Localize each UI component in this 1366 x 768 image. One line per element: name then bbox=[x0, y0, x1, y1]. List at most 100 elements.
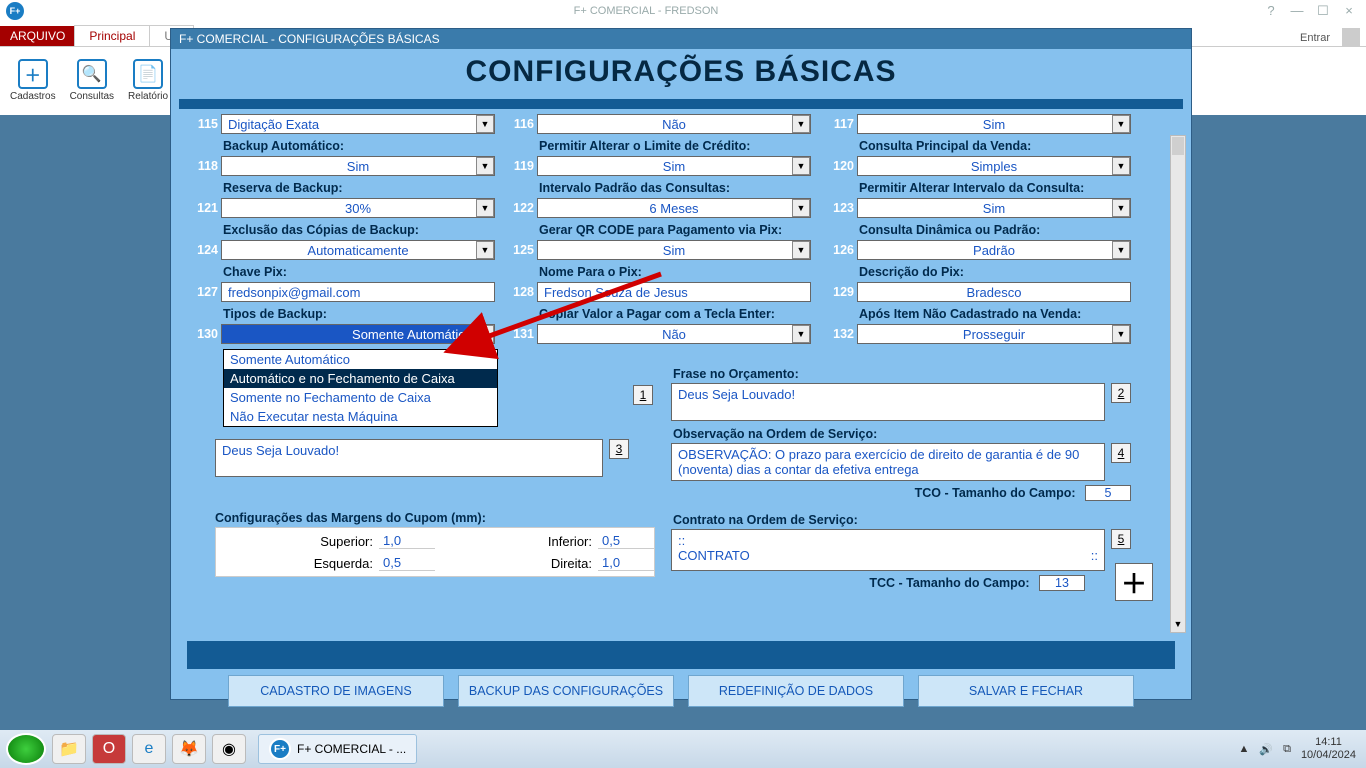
field-label: Backup Automático: bbox=[195, 137, 495, 155]
chevron-down-icon[interactable]: ▼ bbox=[1112, 325, 1130, 343]
field-119[interactable]: Sim▼ bbox=[537, 156, 811, 176]
field-num: 124 bbox=[195, 243, 221, 257]
frase-orcamento[interactable]: Deus Seja Louvado! bbox=[671, 383, 1105, 421]
chevron-down-icon[interactable]: ▼ bbox=[476, 199, 494, 217]
field-label: Descrição do Pix: bbox=[831, 263, 1131, 281]
cadastro-imagens-button[interactable]: CADASTRO DE IMAGENS bbox=[228, 675, 444, 707]
field-118[interactable]: Sim▼ bbox=[221, 156, 495, 176]
field-122[interactable]: 6 Meses▼ bbox=[537, 198, 811, 218]
field-127[interactable]: fredsonpix@gmail.com bbox=[221, 282, 495, 302]
field-132[interactable]: Prosseguir▼ bbox=[857, 324, 1131, 344]
ribbon-cadastros[interactable]: ＋ Cadastros bbox=[10, 59, 56, 102]
tcc-value[interactable]: 13 bbox=[1039, 575, 1085, 591]
margin-superior[interactable]: 1,0 bbox=[379, 533, 435, 549]
field-120[interactable]: Simples▼ bbox=[857, 156, 1131, 176]
field-label: Chave Pix: bbox=[195, 263, 495, 281]
field-num: 120 bbox=[831, 159, 857, 173]
taskbar-explorer-icon[interactable]: 📁 bbox=[52, 734, 86, 764]
field-num: 132 bbox=[831, 327, 857, 341]
field-123[interactable]: Sim▼ bbox=[857, 198, 1131, 218]
button-4[interactable]: 4 bbox=[1111, 443, 1131, 463]
field-num: 130 bbox=[195, 327, 221, 341]
field-125[interactable]: Sim▼ bbox=[537, 240, 811, 260]
chevron-down-icon[interactable]: ▼ bbox=[476, 157, 494, 175]
taskbar-ie-icon[interactable]: e bbox=[132, 734, 166, 764]
button-1[interactable]: 1 bbox=[633, 385, 653, 405]
field-116[interactable]: Não▼ bbox=[537, 114, 811, 134]
close-icon[interactable]: × bbox=[1340, 3, 1358, 19]
field-117[interactable]: Sim▼ bbox=[857, 114, 1131, 134]
chevron-down-icon[interactable]: ▼ bbox=[1112, 241, 1130, 259]
tab-principal[interactable]: Principal bbox=[74, 25, 150, 46]
field-label: Consulta Principal da Venda: bbox=[831, 137, 1131, 155]
taskbar-chrome-icon[interactable]: ◉ bbox=[212, 734, 246, 764]
chevron-down-icon[interactable]: ▼ bbox=[792, 157, 810, 175]
scrollbar[interactable]: ▼ bbox=[1170, 135, 1186, 633]
field-115[interactable]: Digitação Exata▼ bbox=[221, 114, 495, 134]
contrato-os[interactable]: :: CONTRATO :: bbox=[671, 529, 1105, 571]
taskbar-opera-icon[interactable]: O bbox=[92, 734, 126, 764]
chevron-down-icon[interactable]: ▼ bbox=[1171, 616, 1185, 632]
contrato-os-label: Contrato na Ordem de Serviço: bbox=[671, 511, 1131, 529]
cadastros-icon: ＋ bbox=[18, 59, 48, 89]
tab-arquivo[interactable]: ARQUIVO bbox=[0, 26, 75, 46]
dropdown-option[interactable]: Somente no Fechamento de Caixa bbox=[224, 388, 497, 407]
margin-esquerda[interactable]: 0,5 bbox=[379, 555, 435, 571]
entrar-link[interactable]: Entrar bbox=[1294, 30, 1336, 46]
field-num: 115 bbox=[195, 117, 221, 131]
field-num: 129 bbox=[831, 285, 857, 299]
button-2[interactable]: 2 bbox=[1111, 383, 1131, 403]
chevron-down-icon[interactable]: ▼ bbox=[1112, 115, 1130, 133]
margin-direita[interactable]: 1,0 bbox=[598, 555, 654, 571]
chevron-down-icon[interactable]: ▼ bbox=[792, 115, 810, 133]
field-124[interactable]: Automaticamente▼ bbox=[221, 240, 495, 260]
dropdown-option[interactable]: Somente Automático bbox=[224, 350, 497, 369]
app-icon: F+ bbox=[6, 2, 24, 20]
chevron-down-icon[interactable]: ▼ bbox=[792, 241, 810, 259]
salvar-fechar-button[interactable]: SALVAR E FECHAR bbox=[918, 675, 1134, 707]
field-130[interactable]: Somente Automático▼ bbox=[221, 324, 495, 344]
chevron-down-icon[interactable]: ▼ bbox=[792, 199, 810, 217]
ribbon-relatorios[interactable]: 📄 Relatório bbox=[128, 59, 168, 102]
dropdown-option[interactable]: Não Executar nesta Máquina bbox=[224, 407, 497, 426]
tipos-backup-dropdown[interactable]: Somente Automático Automático e no Fecha… bbox=[223, 349, 498, 427]
chevron-down-icon[interactable]: ▼ bbox=[476, 241, 494, 259]
tray-volume-icon[interactable]: 🔊 bbox=[1259, 743, 1273, 756]
button-3[interactable]: 3 bbox=[609, 439, 629, 459]
margin-inferior[interactable]: 0,5 bbox=[598, 533, 654, 549]
maximize-icon[interactable]: ☐ bbox=[1314, 3, 1332, 19]
start-button[interactable] bbox=[6, 733, 46, 765]
backup-config-button[interactable]: BACKUP DAS CONFIGURAÇÕES bbox=[458, 675, 674, 707]
field-num: 121 bbox=[195, 201, 221, 215]
dropdown-option[interactable]: Automático e no Fechamento de Caixa bbox=[224, 369, 497, 388]
field-121[interactable]: 30%▼ bbox=[221, 198, 495, 218]
tray-chevron-up-icon[interactable]: ▲ bbox=[1238, 743, 1249, 755]
field-label: Exclusão das Cópias de Backup: bbox=[195, 221, 495, 239]
field-129[interactable]: Bradesco bbox=[857, 282, 1131, 302]
obs-os[interactable]: OBSERVAÇÃO: O prazo para exercício de di… bbox=[671, 443, 1105, 481]
taskbar-running-app[interactable]: F+ F+ COMERCIAL - ... bbox=[258, 734, 417, 764]
minimize-icon[interactable]: — bbox=[1288, 3, 1306, 19]
help-icon[interactable]: ? bbox=[1262, 3, 1280, 19]
redefinicao-dados-button[interactable]: REDEFINIÇÃO DE DADOS bbox=[688, 675, 904, 707]
field-126[interactable]: Padrão▼ bbox=[857, 240, 1131, 260]
button-5[interactable]: 5 bbox=[1111, 529, 1131, 549]
tray-network-icon[interactable]: ⧉ bbox=[1283, 743, 1291, 756]
ribbon-consultas[interactable]: 🔍 Consultas bbox=[70, 59, 114, 102]
field-num: 119 bbox=[511, 159, 537, 173]
ribbon-label: Cadastros bbox=[10, 91, 56, 102]
scrollbar-thumb[interactable] bbox=[1172, 137, 1184, 155]
taskbar-firefox-icon[interactable]: 🦊 bbox=[172, 734, 206, 764]
tco-row: TCO - Tamanho do Campo: 5 bbox=[671, 485, 1131, 501]
chevron-down-icon[interactable]: ▼ bbox=[1112, 199, 1130, 217]
plus-button[interactable]: ＋ bbox=[1115, 563, 1153, 601]
obs-cupom[interactable]: Deus Seja Louvado! bbox=[215, 439, 603, 477]
tco-value[interactable]: 5 bbox=[1085, 485, 1131, 501]
chevron-down-icon[interactable]: ▼ bbox=[476, 115, 494, 133]
chevron-down-icon[interactable]: ▼ bbox=[792, 325, 810, 343]
chevron-down-icon[interactable]: ▼ bbox=[1112, 157, 1130, 175]
avatar-icon[interactable] bbox=[1342, 28, 1360, 46]
tray-clock[interactable]: 14:11 10/04/2024 bbox=[1301, 736, 1356, 762]
obs-os-label: Observação na Ordem de Serviço: bbox=[671, 425, 1131, 443]
field-label: Tipos de Backup: bbox=[195, 305, 495, 323]
